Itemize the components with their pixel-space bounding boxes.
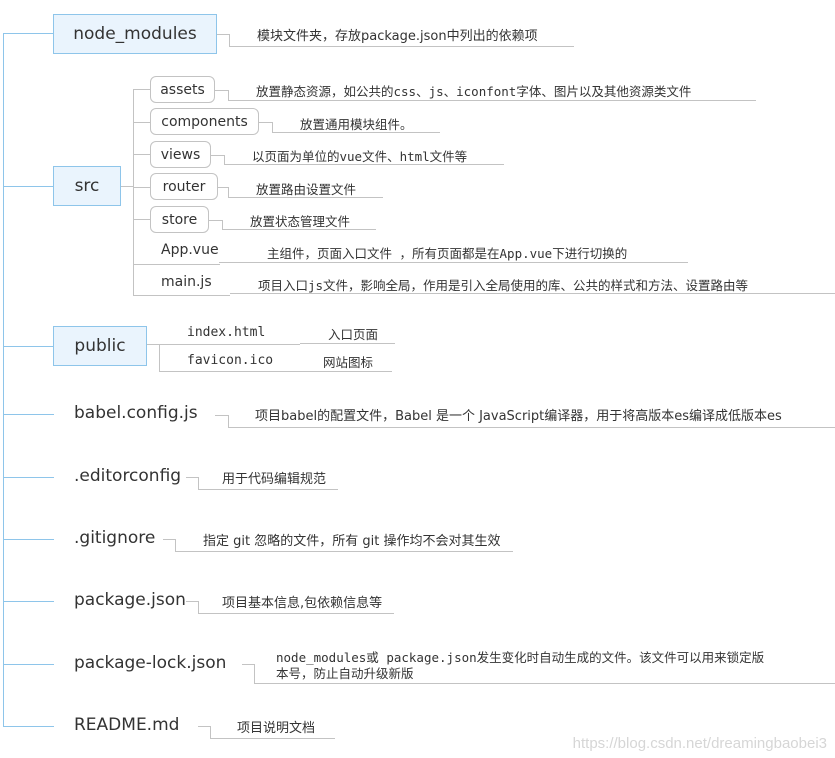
child-underline <box>133 295 230 296</box>
child-label: store <box>161 211 198 228</box>
child-connector <box>133 187 150 188</box>
note-babel-config: 项目babel的配置文件，Babel 是一个 JavaScript编译器，用于将… <box>255 409 782 424</box>
child-underline <box>133 264 220 265</box>
connector-editorconfig <box>3 477 54 478</box>
note-editorconfig: 用于代码编辑规范 <box>222 472 327 487</box>
topic-gitignore[interactable]: .gitignore <box>74 528 155 548</box>
topic-editorconfig[interactable]: .editorconfig <box>74 466 181 486</box>
child-label: views <box>160 146 201 163</box>
topic-src[interactable]: src <box>53 166 121 206</box>
child-connector <box>133 219 150 220</box>
connector-node-modules <box>3 33 54 34</box>
connector-babel <box>3 414 54 415</box>
connector-package-lock <box>3 664 54 665</box>
child-underline <box>159 371 294 372</box>
note-main-js: 项目入口js文件，影响全局，作用是引入全局使用的库、公共的样式和方法、设置路由等 <box>258 278 749 293</box>
note-connector <box>222 220 223 229</box>
topic-package-lock-json[interactable]: package-lock.json <box>74 653 226 673</box>
child-underline <box>159 344 300 345</box>
child-connector <box>133 122 150 123</box>
note-node-modules: 模块文件夹，存放package.json中列出的依赖项 <box>257 29 538 44</box>
topic-label: node_modules <box>73 24 197 44</box>
connector-gitignore <box>3 539 54 540</box>
note-connector <box>215 90 228 91</box>
note-underline <box>228 427 835 428</box>
note-connector <box>210 726 211 738</box>
topic-label: public <box>74 336 126 356</box>
child-favicon-ico[interactable]: favicon.ico <box>187 353 273 368</box>
topic-package-json[interactable]: package.json <box>74 590 186 610</box>
note-connector <box>215 415 228 416</box>
note-assets: 放置静态资源，如公共的css、js、iconfont字体、图片以及其他资源类文件 <box>256 84 692 99</box>
note-router: 放置路由设置文件 <box>256 182 357 197</box>
note-underline <box>254 683 835 684</box>
note-connector <box>209 220 222 221</box>
note-connector <box>211 155 224 156</box>
note-connector <box>242 664 254 665</box>
note-underline <box>219 262 688 263</box>
note-connector <box>224 155 225 164</box>
child-components[interactable]: components <box>150 108 259 135</box>
note-connector <box>163 539 175 540</box>
note-connector <box>218 187 228 188</box>
child-connector <box>133 154 150 155</box>
trunk-line <box>3 33 4 727</box>
connector-public <box>3 346 54 347</box>
note-connector <box>272 122 273 132</box>
note-underline <box>300 343 395 344</box>
topic-public[interactable]: public <box>53 326 147 366</box>
public-branch-line <box>159 344 160 371</box>
child-label: router <box>162 178 206 195</box>
child-router[interactable]: router <box>150 173 218 200</box>
topic-readme[interactable]: README.md <box>74 715 179 735</box>
child-views[interactable]: views <box>150 141 211 168</box>
note-components: 放置通用模块组件。 <box>300 117 413 132</box>
note-underline <box>175 551 513 552</box>
note-underline <box>210 738 335 739</box>
note-connector <box>254 664 255 683</box>
child-assets[interactable]: assets <box>150 76 215 103</box>
note-store: 放置状态管理文件 <box>250 214 351 229</box>
note-connector <box>229 34 230 46</box>
note-app-vue: 主组件，页面入口文件 ，所有页面都是在App.vue下进行切换的 <box>267 246 628 261</box>
child-app-vue[interactable]: App.vue <box>161 242 219 258</box>
note-connector <box>175 539 176 551</box>
note-underline <box>229 46 574 47</box>
note-connector <box>198 601 199 613</box>
note-underline <box>198 613 394 614</box>
note-views: 以页面为单位的vue文件、html文件等 <box>252 149 468 164</box>
child-label: components <box>161 113 248 130</box>
note-connector <box>228 415 229 427</box>
topic-babel-config[interactable]: babel.config.js <box>74 403 198 423</box>
note-favicon-ico: 网站图标 <box>323 355 374 370</box>
watermark: https://blog.csdn.net/dreamingbaobei3 <box>572 735 827 752</box>
connector-src <box>3 186 54 187</box>
note-underline <box>228 100 756 101</box>
note-gitignore: 指定 git 忽略的文件，所有 git 操作均不会对其生效 <box>203 534 501 549</box>
note-connector <box>186 601 198 602</box>
note-connector <box>186 477 198 478</box>
note-connector <box>198 726 210 727</box>
topic-label: src <box>74 176 100 196</box>
note-connector <box>259 122 272 123</box>
note-package-json: 项目基本信息,包依赖信息等 <box>222 596 383 611</box>
note-connector <box>228 90 229 100</box>
note-index-html: 入口页面 <box>328 327 379 342</box>
note-package-lock-line2: 本号，防止自动升级新版 <box>276 666 414 681</box>
connector-package-json <box>3 601 54 602</box>
child-index-html[interactable]: index.html <box>187 325 265 340</box>
note-underline <box>294 371 392 372</box>
note-readme: 项目说明文档 <box>237 721 316 736</box>
child-label: assets <box>160 81 205 98</box>
note-connector <box>198 477 199 489</box>
topic-node-modules[interactable]: node_modules <box>53 14 217 54</box>
child-connector <box>133 89 150 90</box>
child-main-js[interactable]: main.js <box>161 274 212 290</box>
note-underline <box>198 489 338 490</box>
note-connector <box>228 187 229 197</box>
child-store[interactable]: store <box>150 206 209 233</box>
connector-readme <box>3 726 54 727</box>
